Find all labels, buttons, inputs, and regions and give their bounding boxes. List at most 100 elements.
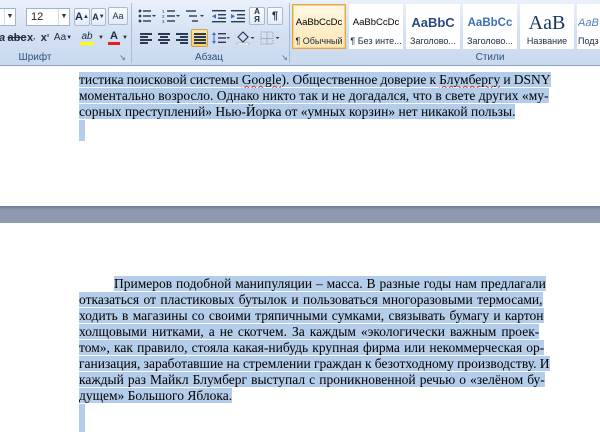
spellcheck-word: Google <box>241 72 282 87</box>
group-separator <box>131 3 132 63</box>
style-preview: AaBbC <box>578 17 599 29</box>
text-line: ганизация, заработавшие на стремлении гр… <box>79 356 550 372</box>
style-tile-heading-1[interactable]: AaBbC Заголово... <box>406 4 460 49</box>
selected-text: моментально возросло. Однако никто так и… <box>79 88 549 103</box>
show-formatting-marks-button[interactable]: ¶ <box>267 7 283 25</box>
line-spacing-button[interactable] <box>211 29 231 47</box>
grow-font-button[interactable]: A ▲ <box>74 8 90 26</box>
ribbon: ▼ 12 ▼ A▲ A▼ Aa a abc x, x² Aa▼ a <box>0 0 600 66</box>
font-dialog-launcher-icon[interactable]: ↘ <box>118 53 127 62</box>
align-right-icon <box>175 32 188 45</box>
clear-formatting-icon: Aa <box>112 11 124 21</box>
group-separator <box>289 3 290 63</box>
shading-button[interactable] <box>234 29 256 47</box>
selected-text: ганизация, заработавшие на стремлении гр… <box>79 356 550 371</box>
line-spacing-icon <box>212 32 230 44</box>
style-preview: AaB <box>528 12 566 34</box>
increase-indent-icon <box>231 10 245 23</box>
style-name: Заголово... <box>467 36 513 46</box>
font-color-dropdown[interactable]: ▼ <box>121 29 129 47</box>
style-tile-subtitle[interactable]: AaBbC Подзаг <box>577 4 600 49</box>
align-center-icon <box>157 32 170 45</box>
text-line: том», как правило, стояла какая-нибудь к… <box>79 340 549 356</box>
borders-button[interactable] <box>259 29 281 47</box>
text-line: холщовыми нитками, а не скотчем. За кажд… <box>79 324 549 340</box>
page-shadow <box>0 206 600 210</box>
align-left-icon <box>139 32 152 45</box>
font-color-icon: A <box>110 30 118 42</box>
selected-text: том», как правило, стояла какая-нибудь к… <box>79 340 545 355</box>
superscript-button[interactable]: x² <box>38 29 52 47</box>
style-name: ¶ Обычный <box>295 36 343 46</box>
document-page[interactable]: тистика поисковой системы Google). Общес… <box>0 66 600 206</box>
style-name: Заголово... <box>410 36 456 46</box>
text-line: сорных преступлений» Нью-Йорка от «умных… <box>79 104 549 120</box>
style-tile-heading-2[interactable]: AaBbCc Заголово... <box>463 4 517 49</box>
styles-group-label: Стили <box>475 52 505 63</box>
multilevel-list-button[interactable] <box>184 7 206 25</box>
shrink-font-button[interactable]: A ▼ <box>91 8 106 26</box>
selected-text: каждый раз Майкл Блумберг выступал с про… <box>79 372 545 387</box>
style-name: Название <box>526 36 568 46</box>
text-line: отказаться от пластиковых бутылок и поль… <box>79 292 549 308</box>
highlighter-icon: ab <box>81 30 93 42</box>
style-tile-title[interactable]: AaB Название <box>520 4 574 49</box>
highlight-button[interactable]: ab <box>77 29 97 47</box>
strikethrough-button[interactable]: abc <box>8 29 27 47</box>
justify-button[interactable] <box>191 29 208 47</box>
selected-text: дущем» Большого Яблока. <box>79 388 233 403</box>
highlight-dropdown[interactable]: ▼ <box>97 29 105 47</box>
text-line: моментально возросло. Однако никто так и… <box>79 88 549 104</box>
decrease-indent-button[interactable] <box>210 7 228 25</box>
sort-button[interactable]: AЯ <box>249 7 265 25</box>
paragraph-group-label: Абзац <box>194 52 224 63</box>
align-right-button[interactable] <box>173 29 190 47</box>
text-line: Примеров подобной манипуляции – масса. В… <box>114 276 549 292</box>
style-name: ¶ Без инте... <box>350 36 402 46</box>
paragraph-dialog-launcher-icon[interactable]: ↘ <box>280 53 289 62</box>
font-color-button[interactable]: A <box>107 29 121 47</box>
selected-text: тистика поисковой системы <box>79 72 242 87</box>
numbering-icon: 1 2 3 <box>162 9 180 23</box>
multilevel-list-icon <box>186 10 204 22</box>
bullets-icon <box>138 9 156 23</box>
align-left-button[interactable] <box>137 29 154 47</box>
paint-bucket-icon <box>236 31 255 45</box>
text-line: каждый раз Майкл Блумберг выступал с про… <box>79 372 549 388</box>
selected-text: ходить в магазины со своими тряпичными с… <box>79 308 544 323</box>
decrease-indent-icon <box>212 10 226 23</box>
borders-icon <box>260 31 280 45</box>
increase-indent-button[interactable] <box>229 7 247 25</box>
selected-text: и DSNY <box>500 72 551 87</box>
styles-gallery: AaBbCcDc ¶ Обычный AaBbCcDc ¶ Без инте..… <box>292 4 600 49</box>
selected-text: ). Общественное доверие к <box>281 72 440 87</box>
align-center-button[interactable] <box>155 29 172 47</box>
text-line: ходить в магазины со своими тряпичными с… <box>79 308 549 324</box>
partial-format-icon: a <box>0 30 5 46</box>
selected-empty-paragraph <box>79 120 85 141</box>
chevron-down-icon[interactable]: ▼ <box>4 9 15 25</box>
selected-text: сорных преступлений» Нью-Йорка от «умных… <box>79 104 516 119</box>
change-case-icon: Aa <box>53 32 67 43</box>
style-tile-normal[interactable]: AaBbCcDc ¶ Обычный <box>292 4 346 49</box>
selected-text: Примеров подобной манипуляции – масса. В… <box>114 276 546 291</box>
numbering-button[interactable]: 1 2 3 <box>160 7 182 25</box>
bullets-button[interactable] <box>136 7 158 25</box>
justify-icon <box>193 32 206 45</box>
style-preview: AaBbCcDc <box>352 17 400 28</box>
chevron-down-icon[interactable]: ▼ <box>58 9 69 25</box>
selected-text: холщовыми нитками, а не скотчем. За кажд… <box>79 324 540 339</box>
font-name-combo[interactable]: ▼ <box>0 8 16 26</box>
clear-formatting-button[interactable]: Aa <box>108 7 128 25</box>
font-group-label: Шрифт <box>18 52 52 63</box>
selected-text: отказаться от пластиковых бутылок и поль… <box>79 292 543 307</box>
style-tile-no-spacing[interactable]: AaBbCcDc ¶ Без инте... <box>349 4 403 49</box>
style-preview: AaBbCcDc <box>295 17 343 28</box>
change-case-button[interactable]: Aa ▼ <box>53 29 73 47</box>
subscript-button[interactable]: x, <box>24 29 38 47</box>
pilcrow-icon: ¶ <box>271 10 279 22</box>
document-page[interactable]: Примеров подобной манипуляции – масса. В… <box>0 223 600 432</box>
style-preview: AaBbC <box>411 15 455 30</box>
font-size-combo[interactable]: 12 ▼ <box>26 8 70 26</box>
svg-text:3: 3 <box>162 19 165 23</box>
